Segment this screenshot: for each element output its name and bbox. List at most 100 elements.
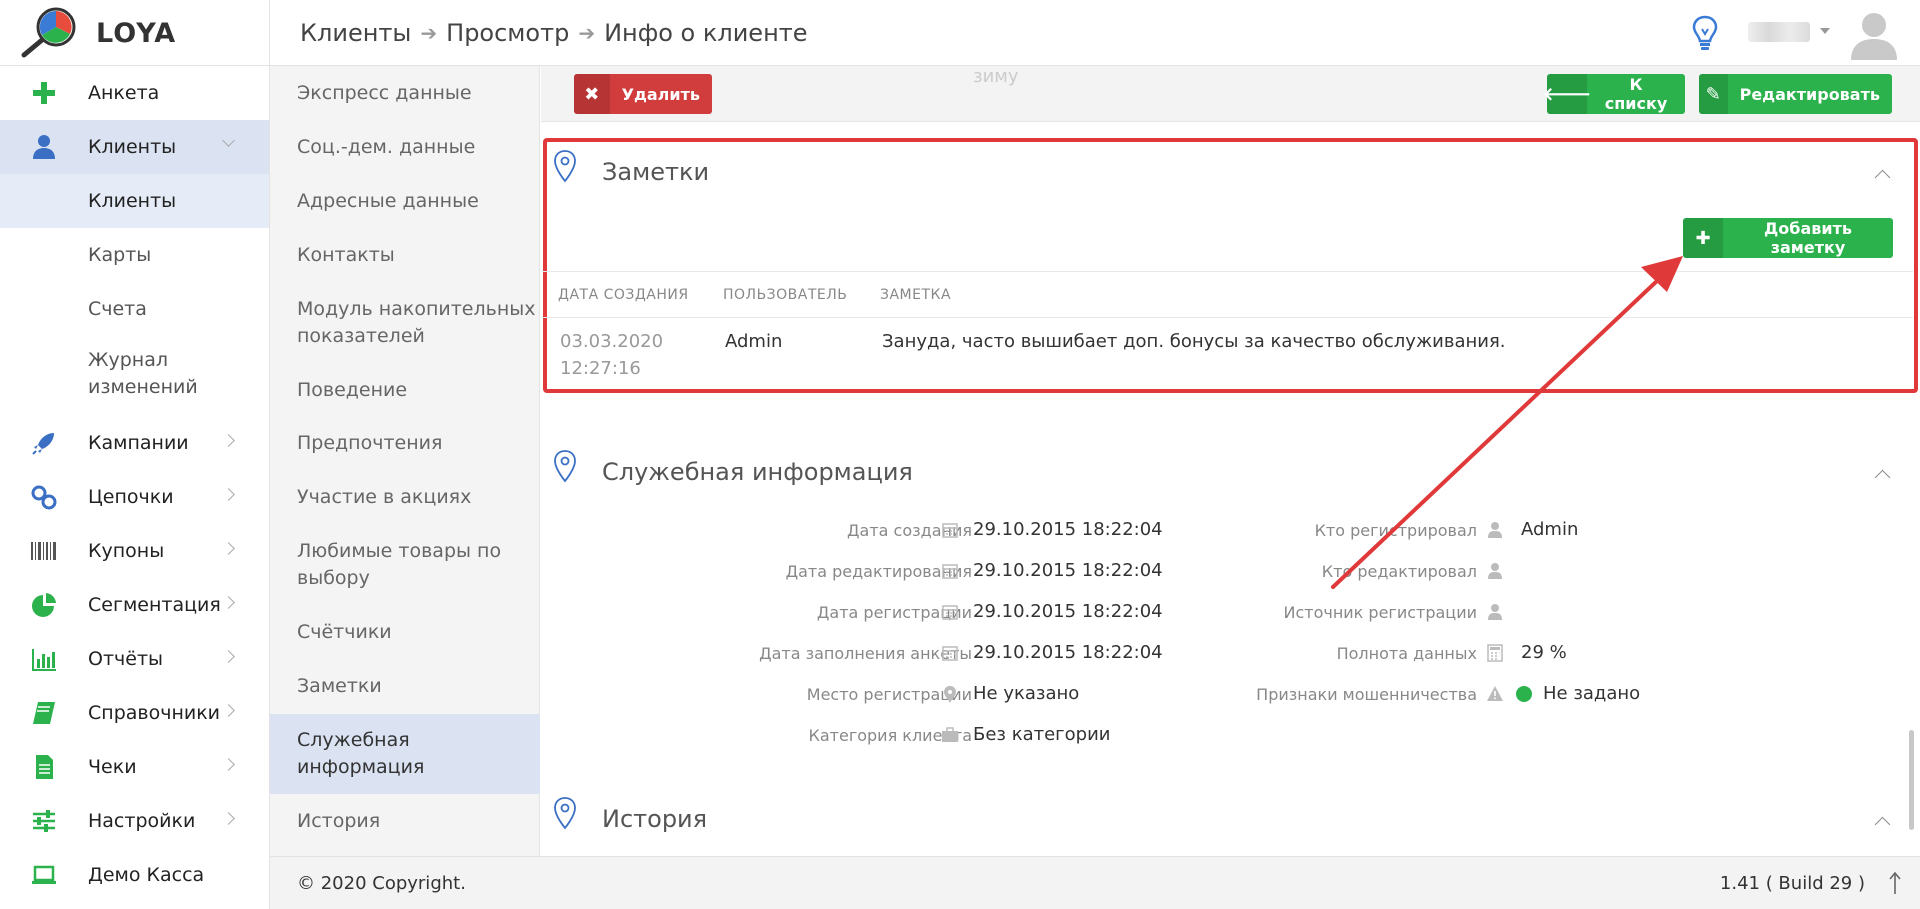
- calculator-icon: [1487, 644, 1503, 662]
- receipt-icon: [36, 755, 53, 779]
- delete-button[interactable]: ✖ Удалить: [574, 74, 712, 114]
- section-nav-counters[interactable]: Счётчики: [270, 619, 540, 646]
- sidebar-subitem-clients[interactable]: Клиенты: [0, 174, 269, 228]
- main-content: зиму ✖ Удалить 🡐 К списку ✎ Редактироват…: [541, 66, 1920, 856]
- pencil-icon: ✎: [1699, 74, 1728, 114]
- value-created: 29.10.2015 18:22:04: [973, 519, 1163, 540]
- sliders-icon: [33, 810, 55, 832]
- section-nav-express[interactable]: Экспресс данные: [270, 80, 540, 107]
- bar-chart-icon: [32, 649, 56, 671]
- column-header-note[interactable]: ЗАМЕТКА: [880, 287, 951, 303]
- user-name-blurred[interactable]: [1748, 22, 1810, 42]
- section-nav-address[interactable]: Адресные данные: [270, 188, 540, 215]
- sidebar-item-segmentation[interactable]: Сегментация: [0, 578, 269, 632]
- value-registered: 29.10.2015 18:22:04: [973, 601, 1163, 622]
- value-reg-place: Не указано: [973, 683, 1080, 704]
- sidebar-item-label: Клиенты: [88, 136, 177, 158]
- chevron-right-icon: [222, 812, 235, 825]
- section-nav-socdem[interactable]: Соц.-дем. данные: [270, 134, 540, 161]
- briefcase-icon: [942, 727, 958, 742]
- note-text: Зануда, часто вышибает доп. бонусы за ка…: [882, 331, 1506, 352]
- section-nav-behavior[interactable]: Поведение: [270, 377, 540, 404]
- add-note-button[interactable]: ✚ Добавить заметку: [1683, 218, 1893, 258]
- book-icon: [33, 702, 55, 724]
- chevron-down-icon[interactable]: [1820, 28, 1830, 34]
- copyright-text: © 2020 Copyright.: [297, 873, 466, 894]
- user-icon: [1488, 522, 1502, 538]
- map-pin-icon: [554, 797, 576, 830]
- avatar-icon[interactable]: [1848, 8, 1900, 60]
- sidebar-item-receipts[interactable]: Чеки: [0, 740, 269, 794]
- close-icon: ✖: [574, 74, 610, 114]
- user-icon: [1488, 563, 1502, 579]
- map-pin-icon: [554, 450, 576, 483]
- sidebar-item-settings[interactable]: Настройки: [0, 794, 269, 848]
- section-nav-preferences[interactable]: Предпочтения: [270, 430, 540, 457]
- chevron-right-icon: [222, 650, 235, 663]
- sidebar-subitem-accounts[interactable]: Счета: [0, 282, 269, 336]
- column-header-date[interactable]: ДАТА СОЗДАНИЯ: [558, 287, 689, 303]
- breadcrumb-item-clients[interactable]: Клиенты: [300, 19, 411, 47]
- sidebar-item-anketa[interactable]: Анкета: [0, 66, 269, 120]
- sidebar-subitem-changelog[interactable]: Журнал изменений: [0, 347, 269, 401]
- section-nav-notes[interactable]: Заметки: [270, 673, 540, 700]
- scrollbar-thumb[interactable]: [1909, 730, 1914, 830]
- label-data-completeness: Полнота данных: [1336, 644, 1477, 663]
- section-nav-promotions[interactable]: Участие в акциях: [270, 484, 540, 511]
- chevron-up-icon[interactable]: [1874, 816, 1891, 833]
- value-edited: 29.10.2015 18:22:04: [973, 560, 1163, 581]
- label-fraud-signs: Признаки мошенничества: [1256, 685, 1477, 704]
- delete-button-label: Удалить: [621, 84, 700, 104]
- label-edited-by: Кто редактировал: [1321, 562, 1477, 581]
- map-pin-icon: [554, 150, 576, 183]
- arrow-right-icon: ➔: [420, 21, 438, 45]
- section-nav-history[interactable]: История: [270, 808, 540, 835]
- calendar-icon: [942, 564, 958, 579]
- edit-button-label: Редактировать: [1739, 84, 1880, 104]
- value-data-completeness: 29 %: [1521, 642, 1567, 663]
- section-nav-favorites[interactable]: Любимые товары по выбору: [270, 538, 540, 592]
- section-nav-service-info[interactable]: Служебная информация: [270, 714, 540, 794]
- status-dot: [1516, 686, 1532, 702]
- sidebar-item-coupons[interactable]: Купоны: [0, 524, 269, 578]
- notes-title: Заметки: [602, 158, 710, 186]
- sidebar-item-chains[interactable]: Цепочки: [0, 470, 269, 524]
- app-root: LOYA Клиенты ➔ Просмотр ➔ Инфо о клиенте…: [0, 0, 1920, 909]
- back-button-label: К списку: [1604, 75, 1668, 113]
- arrow-left-icon: 🡐: [1543, 74, 1591, 114]
- section-nav-accumulation[interactable]: Модуль накопительных показателей: [270, 296, 540, 350]
- logo-text: LOYA: [96, 17, 177, 49]
- sidebar-item-directories[interactable]: Справочники: [0, 686, 269, 740]
- breadcrumb: Клиенты ➔ Просмотр ➔ Инфо о клиенте: [300, 0, 808, 66]
- chevron-right-icon: [222, 434, 235, 447]
- sidebar-item-clients[interactable]: Клиенты: [0, 120, 269, 174]
- arrow-up-icon[interactable]: [1888, 871, 1902, 895]
- note-user: Admin: [725, 331, 783, 352]
- label-reg-source: Источник регистрации: [1283, 603, 1477, 622]
- breadcrumb-item-view[interactable]: Просмотр: [446, 19, 569, 47]
- value-fraud-signs: Не задано: [1543, 683, 1641, 704]
- user-icon: [33, 135, 55, 159]
- toolbar: зиму ✖ Удалить 🡐 К списку ✎ Редактироват…: [541, 66, 1920, 122]
- user-icon: [1488, 604, 1502, 620]
- sidebar-item-label: Анкета: [88, 82, 160, 104]
- logo[interactable]: LOYA: [0, 0, 270, 66]
- sidebar-item-demo-cash[interactable]: Демо Касса: [0, 848, 269, 902]
- sidebar-item-reports[interactable]: Отчёты: [0, 632, 269, 686]
- sidebar-item-campaigns[interactable]: Кампании: [0, 416, 269, 470]
- sidebar-item-label: Справочники: [88, 702, 221, 724]
- warning-icon: [1487, 686, 1503, 701]
- back-to-list-button[interactable]: 🡐 К списку: [1543, 74, 1685, 114]
- main-sidebar: Анкета Клиенты Клиенты Карты Счета Журна…: [0, 66, 270, 909]
- sidebar-item-label: Кампании: [88, 432, 189, 454]
- clipped-text: зиму: [973, 66, 1019, 87]
- calendar-icon: [942, 605, 958, 620]
- sidebar-subitem-cards[interactable]: Карты: [0, 228, 269, 282]
- column-header-user[interactable]: ПОЛЬЗОВАТЕЛЬ: [723, 287, 847, 303]
- section-nav-contacts[interactable]: Контакты: [270, 242, 540, 269]
- barcode-icon: [31, 542, 56, 560]
- edit-button[interactable]: ✎ Редактировать: [1699, 74, 1892, 114]
- sidebar-item-label: Сегментация: [88, 594, 221, 616]
- lightbulb-icon[interactable]: [1691, 14, 1719, 52]
- chevron-up-icon[interactable]: [1874, 469, 1891, 486]
